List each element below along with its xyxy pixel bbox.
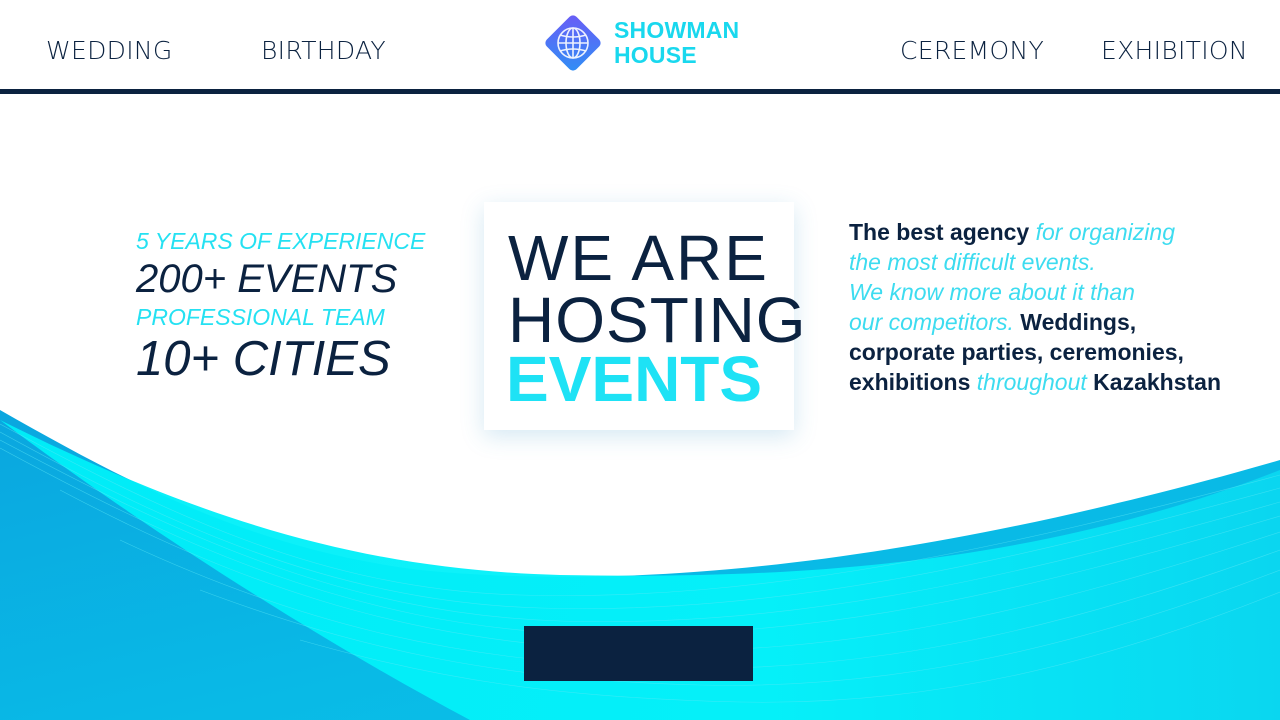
site-logo[interactable]: SHOWMAN HOUSE bbox=[538, 8, 753, 78]
logo-wordmark: SHOWMAN HOUSE bbox=[614, 18, 739, 68]
nav-ceremony[interactable]: CEREMONY bbox=[900, 36, 1044, 66]
description-emphasis: exhibitions bbox=[849, 369, 971, 395]
site-header: WEDDING BIRTHDAY SHOWMAN HOUSE CEREMONY … bbox=[0, 0, 1280, 89]
description-text: We know more about it than bbox=[849, 279, 1135, 305]
description-line-1: The best agency for organizing bbox=[849, 217, 1249, 247]
agency-description: The best agency for organizing the most … bbox=[849, 217, 1249, 397]
stats-block: 5 YEARS OF EXPERIENCE 200+ EVENTS PROFES… bbox=[136, 226, 425, 386]
description-emphasis: corporate parties, ceremonies, bbox=[849, 339, 1184, 365]
description-emphasis: The best agency bbox=[849, 219, 1030, 245]
logo-line-2: HOUSE bbox=[614, 42, 697, 68]
landing-page: WEDDING BIRTHDAY SHOWMAN HOUSE CEREMONY … bbox=[0, 0, 1280, 720]
description-emphasis: Weddings, bbox=[1020, 309, 1137, 335]
description-text: our competitors. bbox=[849, 309, 1021, 335]
description-emphasis: Kazakhstan bbox=[1093, 369, 1221, 395]
stat-cities: 10+ CITIES bbox=[136, 332, 391, 386]
hero-line-1: WE ARE bbox=[508, 222, 769, 294]
logo-line-1: SHOWMAN bbox=[614, 17, 740, 43]
description-line-3: We know more about it than bbox=[849, 277, 1249, 307]
description-text: throughout bbox=[970, 369, 1094, 395]
cta-button[interactable] bbox=[524, 626, 753, 681]
nav-birthday[interactable]: BIRTHDAY bbox=[261, 36, 386, 66]
nav-wedding[interactable]: WEDDING bbox=[46, 36, 173, 66]
description-text: the most difficult events. bbox=[849, 249, 1096, 275]
description-line-2: the most difficult events. bbox=[849, 247, 1249, 277]
stat-team: PROFESSIONAL TEAM bbox=[136, 304, 385, 330]
description-line-5: corporate parties, ceremonies, bbox=[849, 337, 1249, 367]
description-line-4: our competitors. Weddings, bbox=[849, 307, 1249, 337]
header-divider bbox=[0, 89, 1280, 94]
description-line-6: exhibitions throughout Kazakhstan bbox=[849, 367, 1249, 397]
stat-events: 200+ EVENTS bbox=[136, 257, 398, 301]
hero-card: WE ARE HOSTING EVENTS bbox=[484, 202, 806, 430]
globe-diamond-icon bbox=[545, 15, 601, 71]
hero-line-3: EVENTS bbox=[506, 343, 763, 415]
stat-experience: 5 YEARS OF EXPERIENCE bbox=[136, 228, 426, 254]
description-text: for organizing bbox=[1029, 219, 1175, 245]
nav-exhibition[interactable]: EXHIBITION bbox=[1101, 36, 1248, 66]
